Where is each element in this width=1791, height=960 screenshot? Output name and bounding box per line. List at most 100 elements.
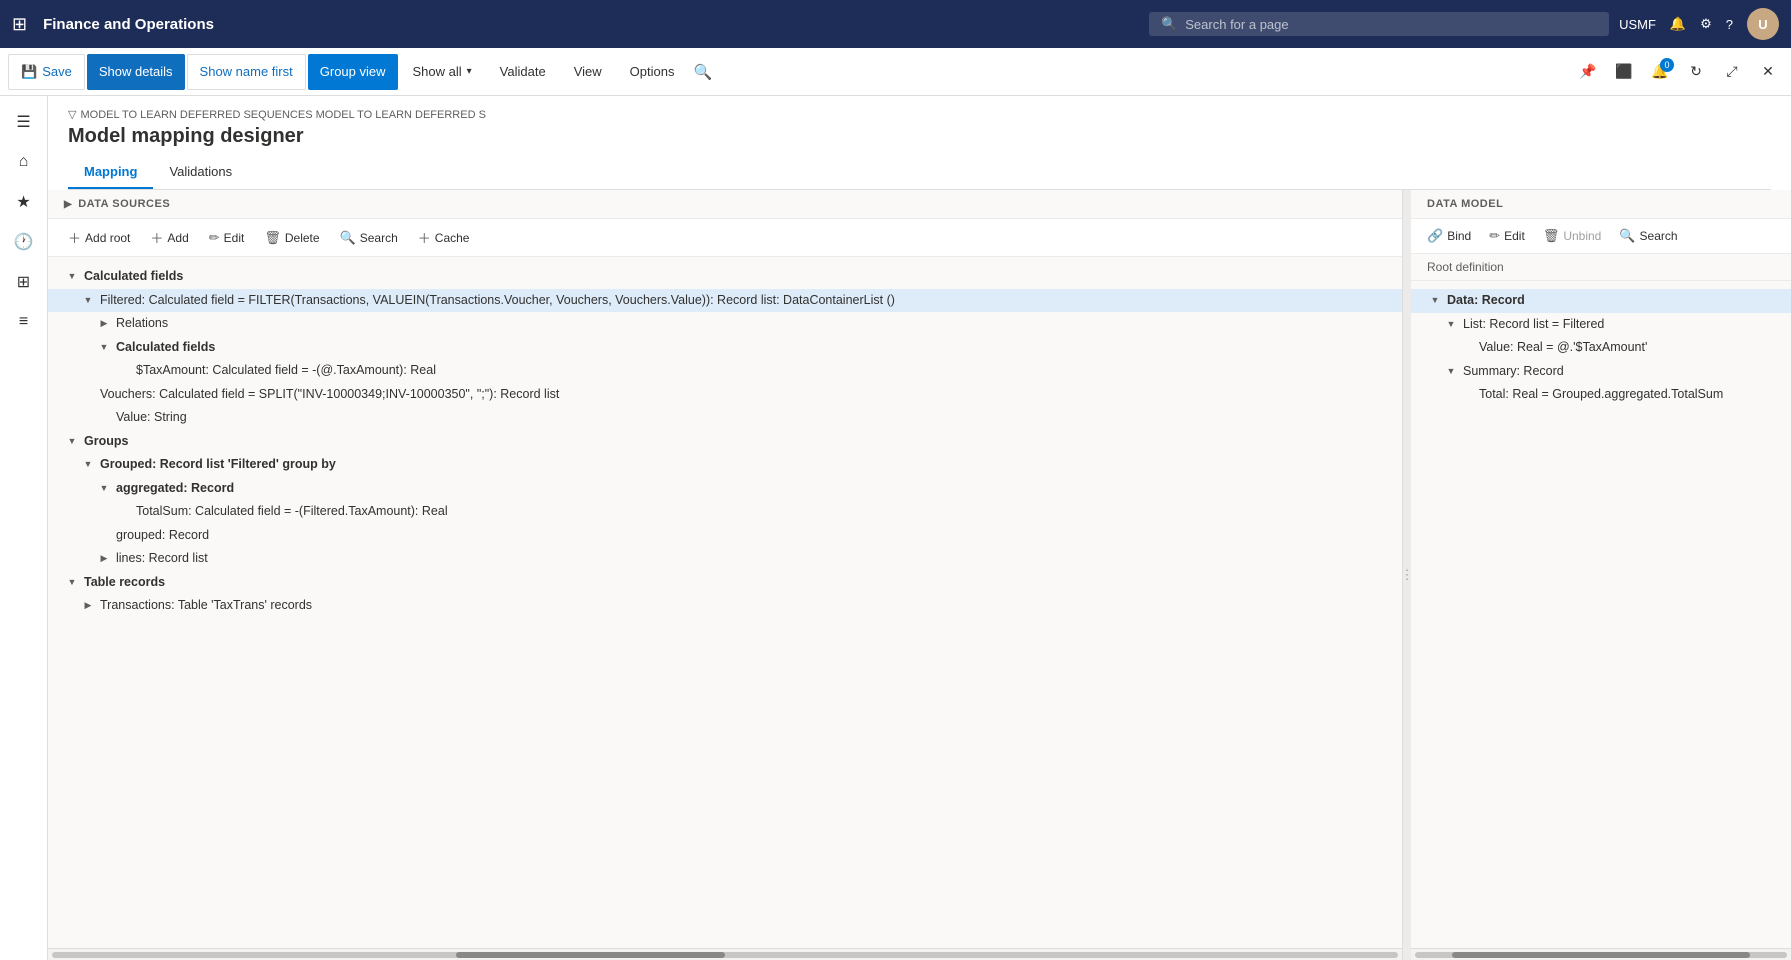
tree-item-value-string[interactable]: Value: String (48, 406, 1402, 430)
data-sources-panel: ▶ DATA SOURCES ＋ Add root ＋ Add ✏ Edit (48, 190, 1403, 960)
new-window-icon[interactable]: ⤢ (1717, 57, 1747, 87)
refresh-icon[interactable]: ↻ (1681, 57, 1711, 87)
cache-button[interactable]: ＋ Cache (414, 225, 474, 250)
global-search-bar[interactable]: 🔍 (1149, 12, 1609, 36)
expand-value-string (96, 408, 112, 426)
dm-expand-summary[interactable]: ▼ (1443, 362, 1459, 380)
data-model-panel: DATA MODEL 🔗 Bind ✏ Edit 🗑 Unbind (1411, 190, 1791, 960)
user-company: USMF (1619, 17, 1656, 32)
edit-button[interactable]: ✏ Edit (205, 227, 249, 249)
search-input[interactable] (1185, 17, 1597, 32)
toolbar: 💾 Save Show details Show name first Grou… (0, 48, 1791, 96)
save-button[interactable]: 💾 Save (8, 54, 85, 90)
tree-item-lines[interactable]: ▶ lines: Record list (48, 547, 1402, 571)
dm-tree-item-summary[interactable]: ▼ Summary: Record (1411, 360, 1791, 384)
dm-search-button[interactable]: 🔍 Search (1615, 225, 1681, 247)
expand-vouchers (80, 385, 96, 403)
filter-icon: ▽ (68, 108, 76, 121)
tree-item-relations[interactable]: ▶ Relations (48, 312, 1402, 336)
dm-scrollbar-thumb[interactable] (1452, 952, 1750, 958)
tree-item-aggregated[interactable]: ▼ aggregated: Record (48, 477, 1402, 501)
dm-expand-total (1459, 385, 1475, 403)
dm-scrollbar-bottom[interactable] (1411, 948, 1791, 960)
dm-scrollbar-track[interactable] (1415, 952, 1787, 958)
group-view-button[interactable]: Group view (308, 54, 398, 90)
view-button[interactable]: View (561, 54, 615, 90)
show-name-first-button[interactable]: Show name first (187, 54, 306, 90)
tree-item-filtered[interactable]: ▼ Filtered: Calculated field = FILTER(Tr… (48, 289, 1402, 313)
sidebar-item-list[interactable]: ≡ (6, 304, 42, 340)
dm-expand-data[interactable]: ▼ (1427, 291, 1443, 309)
tree-item-totalsum[interactable]: TotalSum: Calculated field = -(Filtered.… (48, 500, 1402, 524)
expand-calculated-fields[interactable]: ▼ (64, 267, 80, 285)
page-title: Model mapping designer (68, 125, 1771, 148)
notification-icon[interactable]: 🔔 (1670, 16, 1686, 32)
ds-scrollbar-track[interactable] (52, 952, 1398, 958)
add-root-button[interactable]: ＋ Add root (64, 225, 134, 250)
top-right-icons: USMF 🔔 ⚙ ? U (1619, 8, 1779, 40)
ds-scrollbar-thumb[interactable] (456, 952, 725, 958)
show-details-button[interactable]: Show details (87, 54, 185, 90)
dm-tree-item-list[interactable]: ▼ List: Record list = Filtered (1411, 313, 1791, 337)
tree-item-calc-inner[interactable]: ▼ Calculated fields (48, 336, 1402, 360)
dm-tree-item-value[interactable]: Value: Real = @.'$TaxAmount' (1411, 336, 1791, 360)
save-icon: 💾 (21, 64, 37, 80)
sidebar-item-favorites[interactable]: ★ (6, 184, 42, 220)
tree-item-grouped[interactable]: ▼ Grouped: Record list 'Filtered' group … (48, 453, 1402, 477)
notifications-icon[interactable]: 🔔 0 (1645, 57, 1675, 87)
tab-mapping[interactable]: Mapping (68, 156, 153, 189)
office-icon[interactable]: ⬛ (1609, 57, 1639, 87)
data-sources-expand[interactable]: ▶ (64, 199, 72, 210)
sidebar-item-home[interactable]: ⌂ (6, 144, 42, 180)
search-button[interactable]: 🔍 Search (336, 227, 402, 249)
app-title: Finance and Operations (43, 16, 214, 33)
dm-bind-button[interactable]: 🔗 Bind (1423, 225, 1475, 247)
tree-item-groups[interactable]: ▼ Groups (48, 430, 1402, 454)
tree-item-table-records[interactable]: ▼ Table records (48, 571, 1402, 595)
pin-icon[interactable]: 📌 (1573, 57, 1603, 87)
expand-lines[interactable]: ▶ (96, 549, 112, 567)
dm-unbind-button[interactable]: 🗑 Unbind (1539, 225, 1606, 247)
ds-scrollbar-bottom[interactable] (48, 948, 1402, 960)
sidebar-item-workspaces[interactable]: ⊞ (6, 264, 42, 300)
expand-table-records[interactable]: ▼ (64, 573, 80, 591)
add-button[interactable]: ＋ Add (146, 225, 192, 250)
app-grid-icon[interactable]: ⊞ (12, 14, 27, 35)
dm-root-definition: Root definition (1411, 254, 1791, 281)
help-icon[interactable]: ? (1726, 17, 1733, 32)
tree-item-vouchers[interactable]: Vouchers: Calculated field = SPLIT("INV-… (48, 383, 1402, 407)
validate-button[interactable]: Validate (487, 54, 559, 90)
vertical-splitter[interactable]: ⋮ (1403, 190, 1411, 960)
dm-expand-list[interactable]: ▼ (1443, 315, 1459, 333)
tree-item-transactions[interactable]: ▶ Transactions: Table 'TaxTrans' records (48, 594, 1402, 618)
expand-groups[interactable]: ▼ (64, 432, 80, 450)
sidebar-item-recent[interactable]: 🕐 (6, 224, 42, 260)
settings-icon[interactable]: ⚙ (1700, 16, 1712, 32)
expand-filtered[interactable]: ▼ (80, 291, 96, 309)
tab-validations[interactable]: Validations (153, 156, 248, 189)
dm-unbind-icon: 🗑 (1543, 228, 1560, 244)
close-icon[interactable]: ✕ (1753, 57, 1783, 87)
dm-edit-icon: ✏ (1489, 228, 1500, 244)
expand-relations[interactable]: ▶ (96, 314, 112, 332)
data-sources-tree: ▼ Calculated fields ▼ Filtered: Calculat… (48, 257, 1402, 948)
dm-edit-button[interactable]: ✏ Edit (1485, 225, 1529, 247)
expand-transactions[interactable]: ▶ (80, 596, 96, 614)
expand-aggregated[interactable]: ▼ (96, 479, 112, 497)
toolbar-search-icon[interactable]: 🔍 (693, 63, 712, 81)
delete-button[interactable]: 🗑 Delete (260, 227, 323, 249)
content-area: ▽ MODEL TO LEARN DEFERRED SEQUENCES MODE… (48, 96, 1791, 960)
dm-tree-item-data-record[interactable]: ▼ Data: Record (1411, 289, 1791, 313)
dm-tree-item-total[interactable]: Total: Real = Grouped.aggregated.TotalSu… (1411, 383, 1791, 407)
tree-item-calculated-fields[interactable]: ▼ Calculated fields (48, 265, 1402, 289)
user-avatar[interactable]: U (1747, 8, 1779, 40)
tree-item-grouped-record[interactable]: grouped: Record (48, 524, 1402, 548)
options-button[interactable]: Options (617, 54, 688, 90)
expand-calc-inner[interactable]: ▼ (96, 338, 112, 356)
sidebar-item-hamburger[interactable]: ☰ (6, 104, 42, 140)
show-all-button[interactable]: Show all ▾ (400, 54, 485, 90)
tree-item-taxamount[interactable]: $TaxAmount: Calculated field = -(@.TaxAm… (48, 359, 1402, 383)
notification-badge: 0 (1660, 58, 1674, 72)
dm-search-icon: 🔍 (1619, 228, 1635, 244)
expand-grouped[interactable]: ▼ (80, 455, 96, 473)
